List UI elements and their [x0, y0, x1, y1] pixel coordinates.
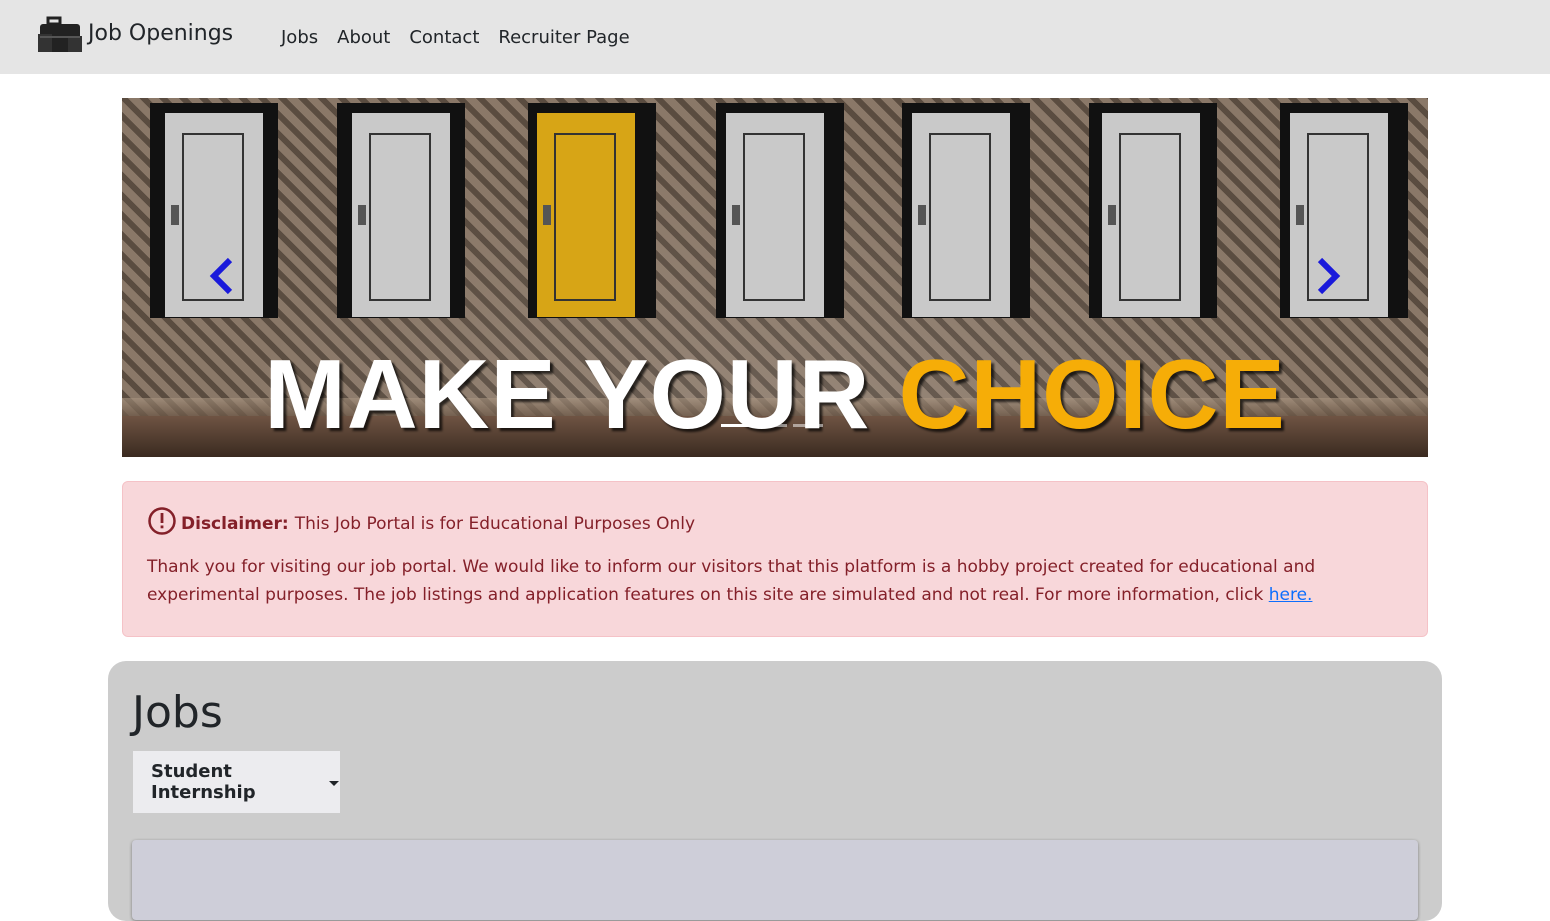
job-card[interactable] [132, 840, 1418, 920]
alert-body: Thank you for visiting our job portal. W… [147, 553, 1405, 609]
brand-text: Job Openings [88, 20, 234, 46]
carousel-next-button[interactable] [1308, 256, 1348, 300]
door [352, 113, 450, 317]
yellow-door [537, 113, 635, 317]
dropdown-selected-label: Student Internship [151, 761, 256, 803]
jobs-section: Jobs Student Internship [108, 661, 1442, 921]
alert-title: This Job Portal is for Educational Purpo… [294, 513, 696, 534]
chevron-left-icon [208, 256, 236, 300]
chevron-right-icon [1314, 256, 1342, 300]
carousel-prev-button[interactable] [202, 256, 242, 300]
job-type-dropdown[interactable]: Student Internship [133, 751, 340, 813]
disclaimer-alert: Disclaimer: This Job Portal is for Educa… [122, 481, 1428, 637]
nav-link-about[interactable]: About [337, 24, 390, 52]
briefcase-icon [38, 16, 84, 56]
alert-heading: Disclaimer: This Job Portal is for Educa… [147, 506, 1403, 541]
door [726, 113, 824, 317]
door [1102, 113, 1200, 317]
headline-accent: CHOICE [898, 339, 1286, 449]
navbar: Job Openings Jobs About Contact Recruite… [0, 0, 1550, 74]
alert-body-text: Thank you for visiting our job portal. W… [147, 557, 1316, 605]
carousel-indicator-1[interactable] [721, 424, 751, 427]
nav-link-jobs[interactable]: Jobs [281, 24, 318, 52]
nav-link-recruiter-page[interactable]: Recruiter Page [498, 24, 629, 52]
headline-white: MAKE YOUR [264, 339, 871, 449]
more-info-link[interactable]: here. [1269, 585, 1313, 605]
carousel-indicator-3[interactable] [793, 424, 823, 427]
carousel-indicators [718, 424, 826, 427]
nav-links: Jobs About Contact Recruiter Page [281, 24, 649, 52]
carousel-indicator-2[interactable] [757, 424, 787, 427]
hero-carousel: MAKE YOUR CHOICE [122, 98, 1428, 457]
jobs-title: Jobs [132, 687, 223, 738]
door [912, 113, 1010, 317]
exclamation-circle-icon [147, 506, 177, 541]
hero-headline: MAKE YOUR CHOICE [122, 344, 1428, 444]
brand-link[interactable]: Job Openings [38, 16, 233, 56]
caret-down-icon [328, 772, 340, 793]
nav-link-contact[interactable]: Contact [409, 24, 479, 52]
alert-title-bold: Disclaimer: [181, 513, 289, 534]
